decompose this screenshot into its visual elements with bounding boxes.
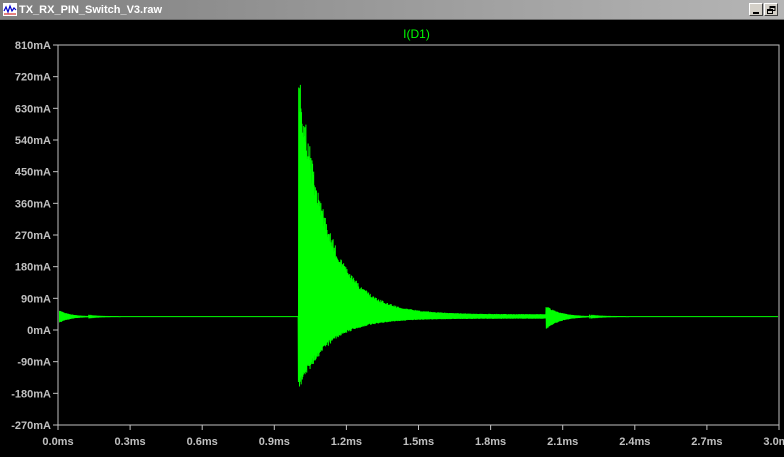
y-tick-label: 180mA bbox=[15, 262, 51, 274]
y-tick-label: 0mA bbox=[27, 325, 51, 337]
y-tick-label: 720mA bbox=[15, 72, 51, 84]
x-tick-label: 1.5ms bbox=[403, 436, 434, 448]
minimize-icon bbox=[753, 11, 759, 14]
y-tick-label: 630mA bbox=[15, 103, 51, 115]
waveform-window: TX_RX_PIN_Switch_V3.raw 810mA 720mA 630mA 5… bbox=[0, 0, 784, 457]
y-tick-label: -270mA bbox=[11, 420, 51, 432]
y-tick-label: 540mA bbox=[15, 135, 51, 147]
x-tick-label: 0.0ms bbox=[42, 436, 73, 448]
waveform-icon bbox=[3, 3, 17, 16]
x-tick-label: 2.1ms bbox=[547, 436, 578, 448]
trace-label: I(D1) bbox=[403, 27, 430, 41]
x-tick-label: 0.9ms bbox=[259, 436, 290, 448]
y-tick-label: 360mA bbox=[15, 198, 51, 210]
minimize-button[interactable] bbox=[749, 3, 763, 16]
y-tick-label: -90mA bbox=[17, 357, 51, 369]
x-tick-label: 2.4ms bbox=[619, 436, 650, 448]
restore-icon bbox=[766, 5, 775, 14]
y-tick-label: -180mA bbox=[11, 388, 51, 400]
y-tick-label: 450mA bbox=[15, 167, 51, 179]
trace-line[interactable] bbox=[58, 84, 779, 387]
plot-frame bbox=[57, 44, 780, 426]
x-tick-label: 0.3ms bbox=[114, 436, 145, 448]
y-tick-label: 810mA bbox=[15, 40, 51, 52]
y-tick-label: 90mA bbox=[21, 293, 51, 305]
x-tick-label: 1.8ms bbox=[475, 436, 506, 448]
window-title: TX_RX_PIN_Switch_V3.raw bbox=[19, 4, 163, 16]
plot-area[interactable]: 810mA 720mA 630mA 540mA 450mA 360mA 270mA 180mA… bbox=[0, 20, 784, 457]
x-tick-label: 2.7ms bbox=[691, 436, 722, 448]
waveform-plot[interactable]: 810mA 720mA 630mA 540mA 450mA 360mA 270mA 180mA… bbox=[0, 20, 784, 457]
y-tick-label: 270mA bbox=[15, 230, 51, 242]
title-bar[interactable]: TX_RX_PIN_Switch_V3.raw bbox=[0, 0, 784, 20]
x-tick-label: 1.2ms bbox=[331, 436, 362, 448]
x-tick-label: 0.6ms bbox=[187, 436, 218, 448]
x-tick-label: 3.0ms bbox=[763, 436, 784, 448]
restore-button[interactable] bbox=[764, 3, 778, 16]
